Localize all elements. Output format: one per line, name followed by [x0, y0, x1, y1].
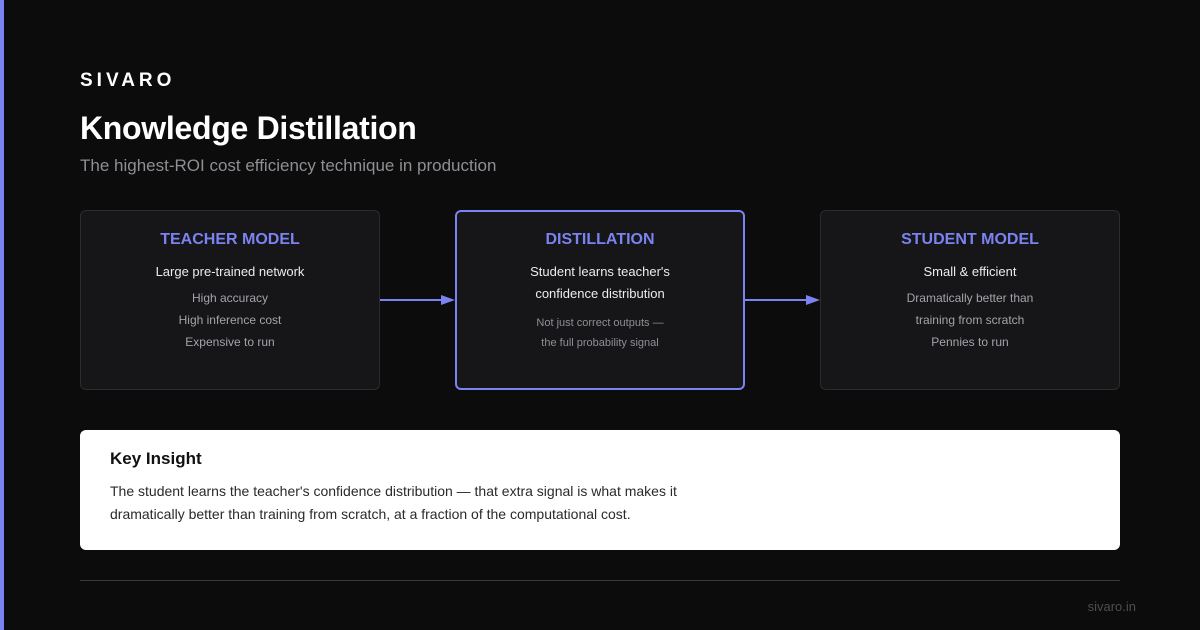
key-insight-box: Key Insight The student learns the teach… — [80, 430, 1120, 550]
key-insight-text: The student learns the teacher's confide… — [110, 480, 750, 526]
footer-divider — [80, 580, 1120, 581]
footer-url: sivaro.in — [1087, 599, 1136, 614]
arrow-teacher-to-distillation — [380, 295, 455, 305]
key-insight-title: Key Insight — [110, 449, 202, 468]
key-insight-line: dramatically better than training from s… — [110, 506, 631, 522]
arrow-distillation-to-student — [745, 295, 820, 305]
key-insight-line: The student learns the teacher's confide… — [110, 483, 677, 499]
